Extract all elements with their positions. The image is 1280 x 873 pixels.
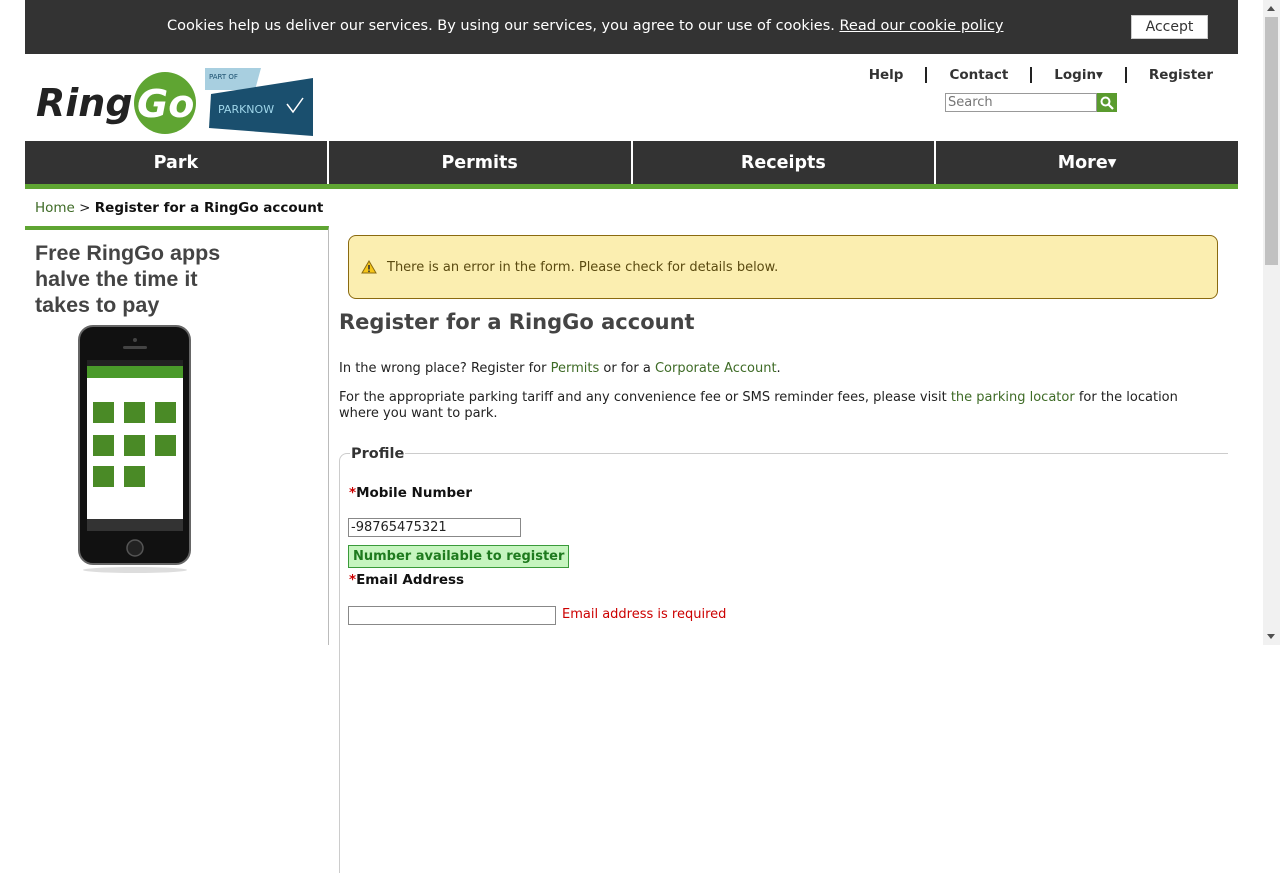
text-fragment: For the appropriate parking tariff and a… (339, 390, 951, 405)
search-input[interactable] (945, 93, 1097, 112)
cookie-policy-link[interactable]: Read our cookie policy (839, 18, 1003, 34)
nav-receipts[interactable]: Receipts (633, 141, 937, 184)
phone-app-image[interactable] (78, 324, 192, 578)
breadcrumb-home[interactable]: Home (35, 200, 75, 216)
top-links: Help Contact Login▾ Register (869, 67, 1213, 83)
app-promo-text[interactable]: Free RingGo apps halve the time it takes… (35, 240, 235, 318)
error-message: There is an error in the form. Please ch… (387, 259, 779, 275)
required-marker: * (349, 485, 357, 501)
page: Cookies help us deliver our services. By… (25, 0, 1238, 873)
accept-cookies-button[interactable]: Accept (1131, 15, 1208, 39)
nav-permits[interactable]: Permits (329, 141, 633, 184)
page-title: Register for a RingGo account (339, 310, 695, 334)
separator (925, 67, 928, 83)
cookie-message: Cookies help us deliver our services. By… (167, 18, 1004, 34)
main-nav: Park Permits Receipts More▾ (25, 141, 1238, 189)
required-marker: * (349, 572, 357, 588)
svg-text:PARKNOW: PARKNOW (218, 103, 274, 116)
svg-text:Go: Go (137, 82, 194, 126)
error-alert: There is an error in the form. Please ch… (348, 235, 1218, 299)
scroll-up-arrow-icon[interactable] (1267, 6, 1275, 11)
help-link[interactable]: Help (869, 67, 904, 83)
cookie-message-text: Cookies help us deliver our services. By… (167, 18, 835, 34)
promo-line: Free RingGo apps (35, 241, 221, 265)
search-icon (1100, 96, 1114, 110)
email-address-label: *Email Address (349, 572, 464, 588)
separator (1124, 67, 1127, 83)
ringgo-logo[interactable]: Ring Go (33, 72, 198, 134)
svg-text:Ring: Ring (36, 81, 133, 125)
scroll-down-arrow-icon[interactable] (1267, 634, 1275, 639)
mobile-number-label: *Mobile Number (349, 485, 472, 501)
email-label-text: Email Address (356, 572, 465, 588)
text-fragment: or for a (599, 361, 655, 376)
email-error-message: Email address is required (562, 607, 727, 622)
login-link[interactable]: Login▾ (1054, 67, 1103, 83)
tariff-info-text: For the appropriate parking tariff and a… (339, 390, 1199, 422)
search-form (945, 93, 1117, 112)
nav-park[interactable]: Park (25, 141, 329, 184)
profile-legend: Profile (350, 446, 406, 462)
search-button[interactable] (1097, 93, 1117, 112)
parking-locator-link[interactable]: the parking locator (951, 390, 1075, 405)
register-link[interactable]: Register (1149, 67, 1213, 83)
mobile-number-input[interactable] (348, 518, 521, 537)
site-header: Ring Go PART OF PARKNOW Help Contact Log… (25, 54, 1238, 141)
promo-line: halve the time it (35, 267, 198, 291)
cookie-banner: Cookies help us deliver our services. By… (25, 0, 1238, 54)
corporate-account-link[interactable]: Corporate Account (655, 361, 777, 376)
number-available-badge: Number available to register (348, 545, 570, 568)
wrong-place-text: In the wrong place? Register for Permits… (339, 361, 781, 376)
vertical-scrollbar[interactable] (1263, 0, 1280, 645)
breadcrumb: Home > Register for a RingGo account (35, 200, 323, 216)
mobile-label-text: Mobile Number (356, 485, 472, 501)
warning-icon (361, 260, 377, 274)
breadcrumb-separator: > (79, 200, 91, 216)
text-fragment: In the wrong place? Register for (339, 361, 551, 376)
email-address-input[interactable] (348, 606, 556, 625)
promo-line: takes to pay (35, 293, 160, 317)
separator (1030, 67, 1033, 83)
scrollbar-thumb[interactable] (1265, 17, 1278, 265)
permits-link[interactable]: Permits (551, 361, 600, 376)
parknow-logo: PART OF PARKNOW (205, 68, 315, 138)
svg-text:PART OF: PART OF (209, 73, 238, 81)
sidebar: Free RingGo apps halve the time it takes… (25, 226, 329, 645)
nav-more[interactable]: More▾ (936, 141, 1238, 184)
text-fragment: . (776, 361, 781, 376)
contact-link[interactable]: Contact (949, 67, 1008, 83)
profile-fieldset: Profile (339, 446, 1228, 873)
breadcrumb-current: Register for a RingGo account (94, 200, 324, 216)
